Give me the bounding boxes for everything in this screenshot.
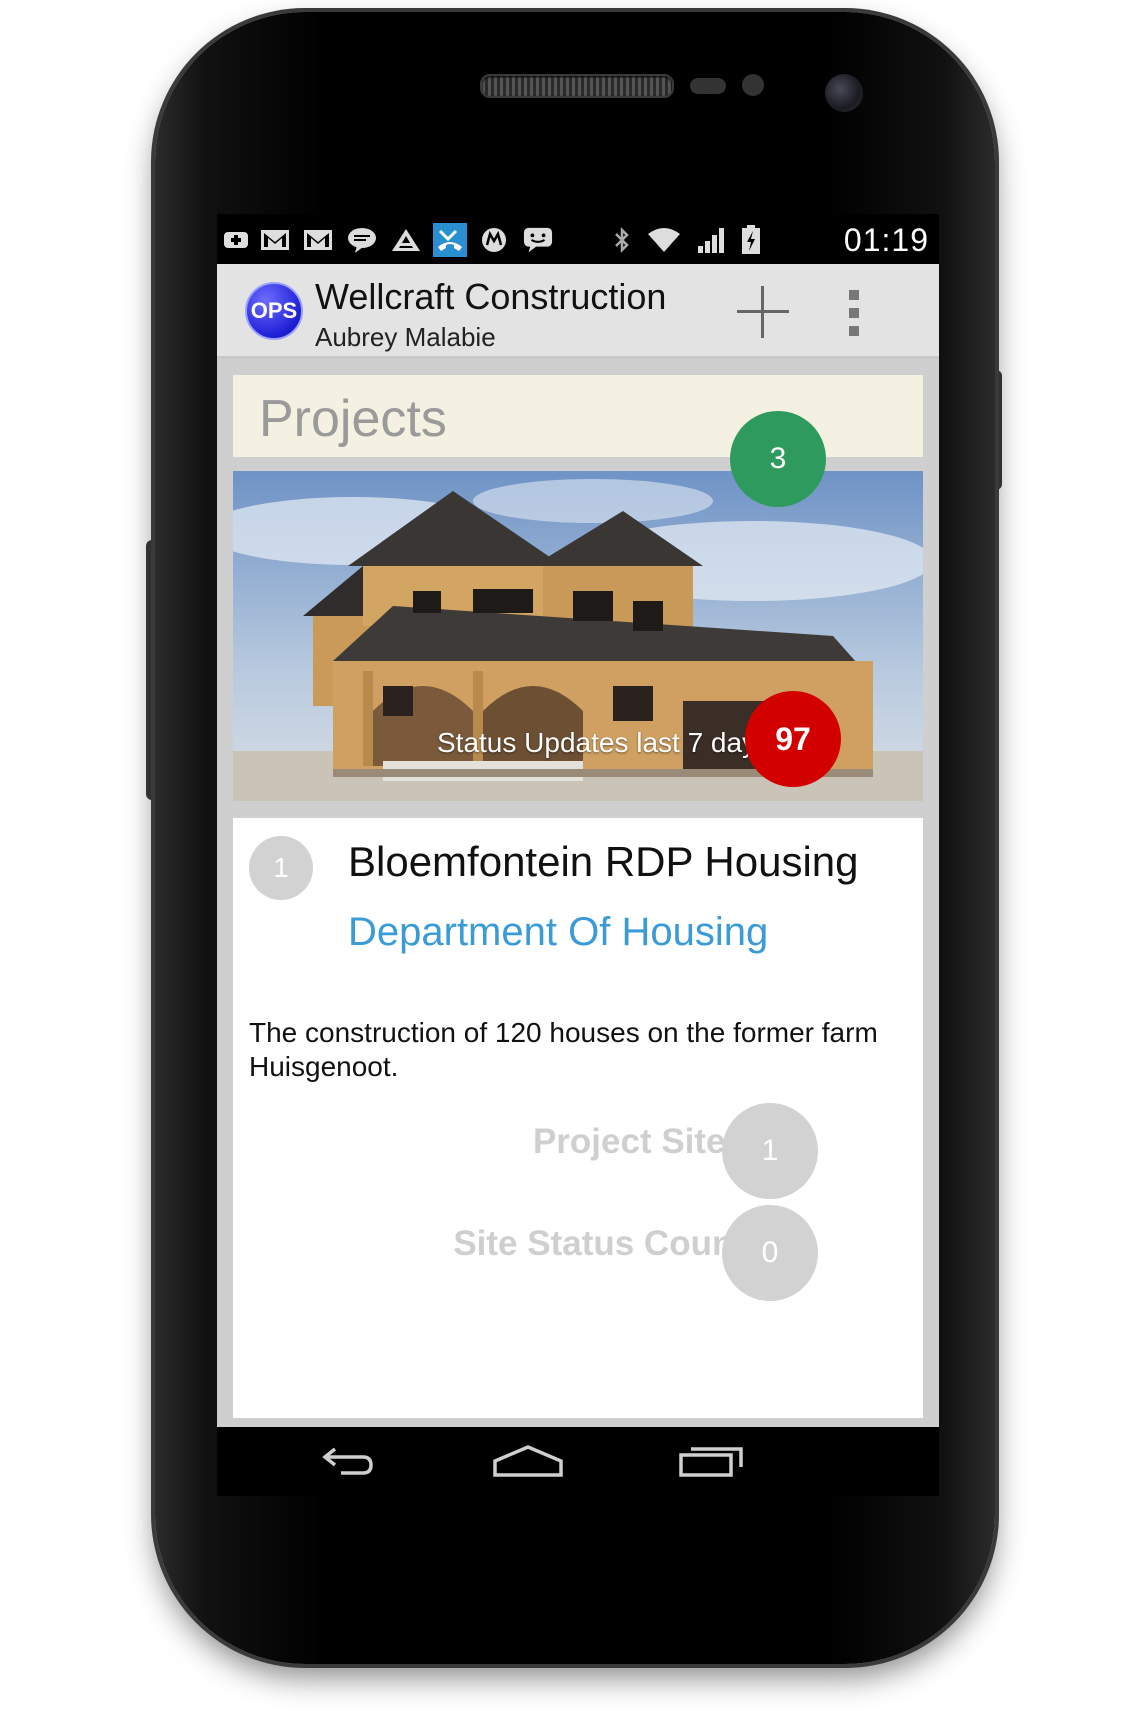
site-status-count-label: Site Status Count <box>453 1224 745 1263</box>
chat-bubble-icon <box>347 225 377 255</box>
projects-count-badge: 3 <box>730 411 826 507</box>
status-updates-badge[interactable]: 97 <box>745 691 841 787</box>
signal-icon <box>695 225 729 255</box>
front-camera <box>825 74 863 112</box>
screen: 01:19 OPS Wellcraft Construction Aubrey … <box>217 214 939 1496</box>
project-name[interactable]: Bloemfontein RDP Housing <box>348 838 859 886</box>
projects-title: Projects <box>259 390 447 448</box>
home-icon[interactable] <box>491 1435 565 1487</box>
content-area: Projects 3 Status Updates last 7 days 97… <box>217 359 939 1427</box>
gmail-icon <box>260 225 290 255</box>
status-updates-label: Status Updates last 7 days <box>437 727 771 758</box>
gmail-icon <box>303 225 333 255</box>
motorola-icon <box>479 225 509 255</box>
overflow-menu-icon[interactable] <box>849 290 861 336</box>
light-sensor <box>742 74 764 96</box>
project-description: The construction of 120 houses on the fo… <box>249 1017 878 1082</box>
back-icon[interactable] <box>313 1435 377 1487</box>
project-sites-label: Project Sites <box>532 1122 745 1161</box>
bluetooth-icon <box>607 225 637 255</box>
status-bar: 01:19 <box>217 214 939 264</box>
project-rank: 1 <box>249 836 313 900</box>
app-title: Wellcraft Construction <box>315 276 667 317</box>
recent-apps-icon[interactable] <box>677 1435 747 1487</box>
battery-icon <box>739 225 763 255</box>
clock: 01:19 <box>843 222 929 258</box>
project-sites-count[interactable]: 1 <box>722 1103 818 1199</box>
earpiece-speaker <box>480 74 674 98</box>
add-icon[interactable] <box>737 286 789 338</box>
proximity-sensor <box>690 78 726 94</box>
project-card[interactable]: 1 Bloemfontein RDP Housing Department Of… <box>233 818 923 1418</box>
plus-box-icon <box>221 225 251 255</box>
project-client-link[interactable]: Department Of Housing <box>348 910 768 955</box>
action-bar: OPS Wellcraft Construction Aubrey Malabi… <box>217 264 939 359</box>
wifi-icon <box>645 225 683 255</box>
navigation-bar <box>217 1427 939 1496</box>
ascent-icon <box>391 225 421 255</box>
app-logo[interactable]: OPS <box>245 282 303 340</box>
missed-call-icon <box>433 223 467 257</box>
messaging-icon <box>523 225 553 255</box>
site-status-count[interactable]: 0 <box>722 1205 818 1301</box>
app-subtitle: Aubrey Malabie <box>315 322 496 352</box>
